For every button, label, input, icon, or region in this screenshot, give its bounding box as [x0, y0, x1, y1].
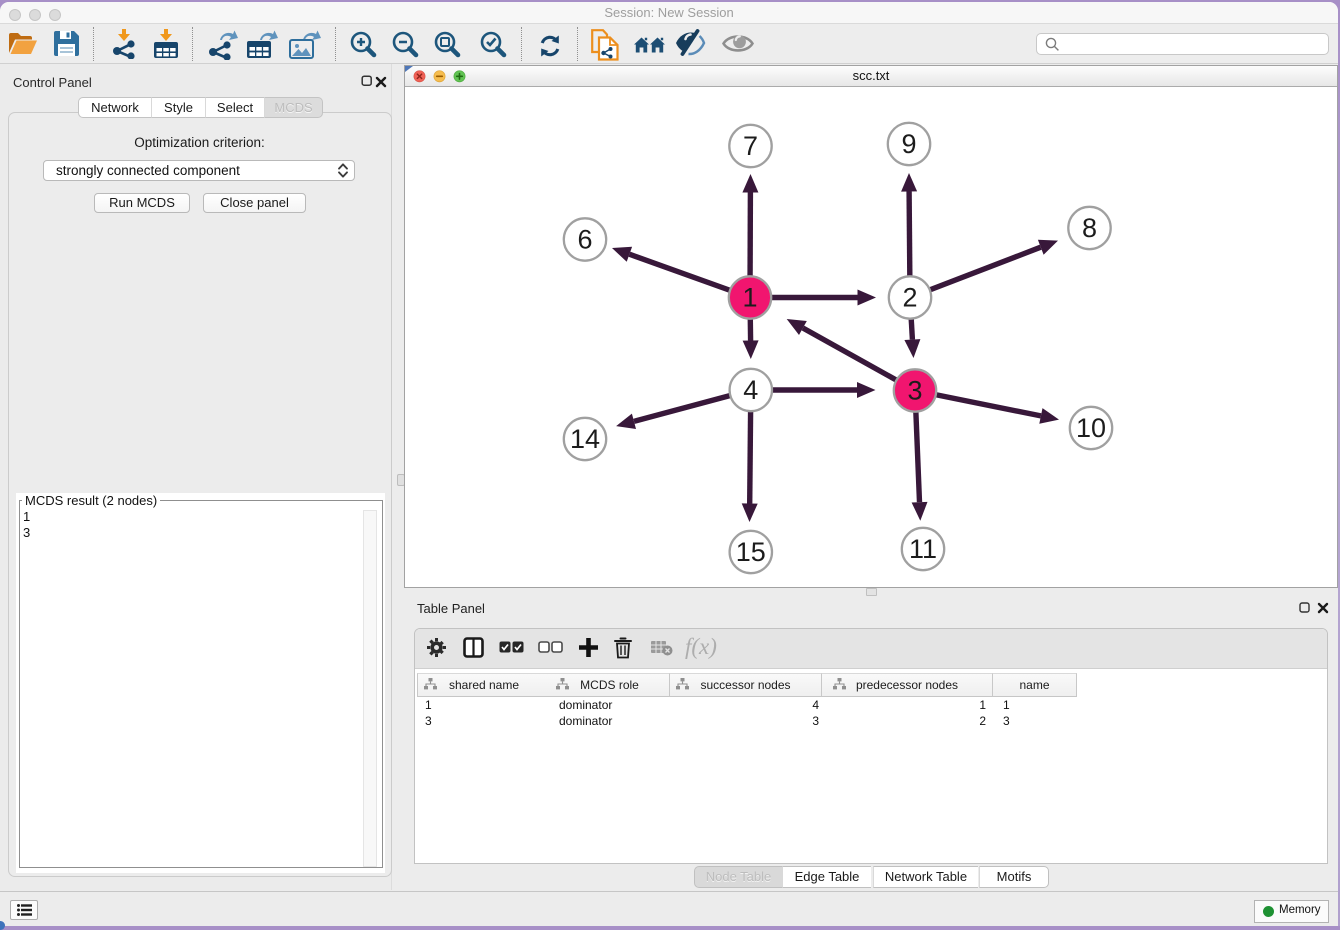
svg-text:7: 7	[743, 131, 758, 161]
svg-text:1: 1	[742, 283, 757, 313]
svg-text:4: 4	[743, 375, 758, 405]
svg-text:8: 8	[1082, 213, 1097, 243]
svg-text:10: 10	[1076, 413, 1106, 443]
svg-text:11: 11	[909, 534, 937, 564]
svg-text:14: 14	[570, 424, 600, 454]
svg-text:6: 6	[577, 225, 592, 255]
svg-text:2: 2	[902, 283, 917, 313]
svg-text:9: 9	[901, 129, 916, 159]
svg-text:3: 3	[907, 376, 922, 406]
svg-text:15: 15	[736, 537, 766, 567]
